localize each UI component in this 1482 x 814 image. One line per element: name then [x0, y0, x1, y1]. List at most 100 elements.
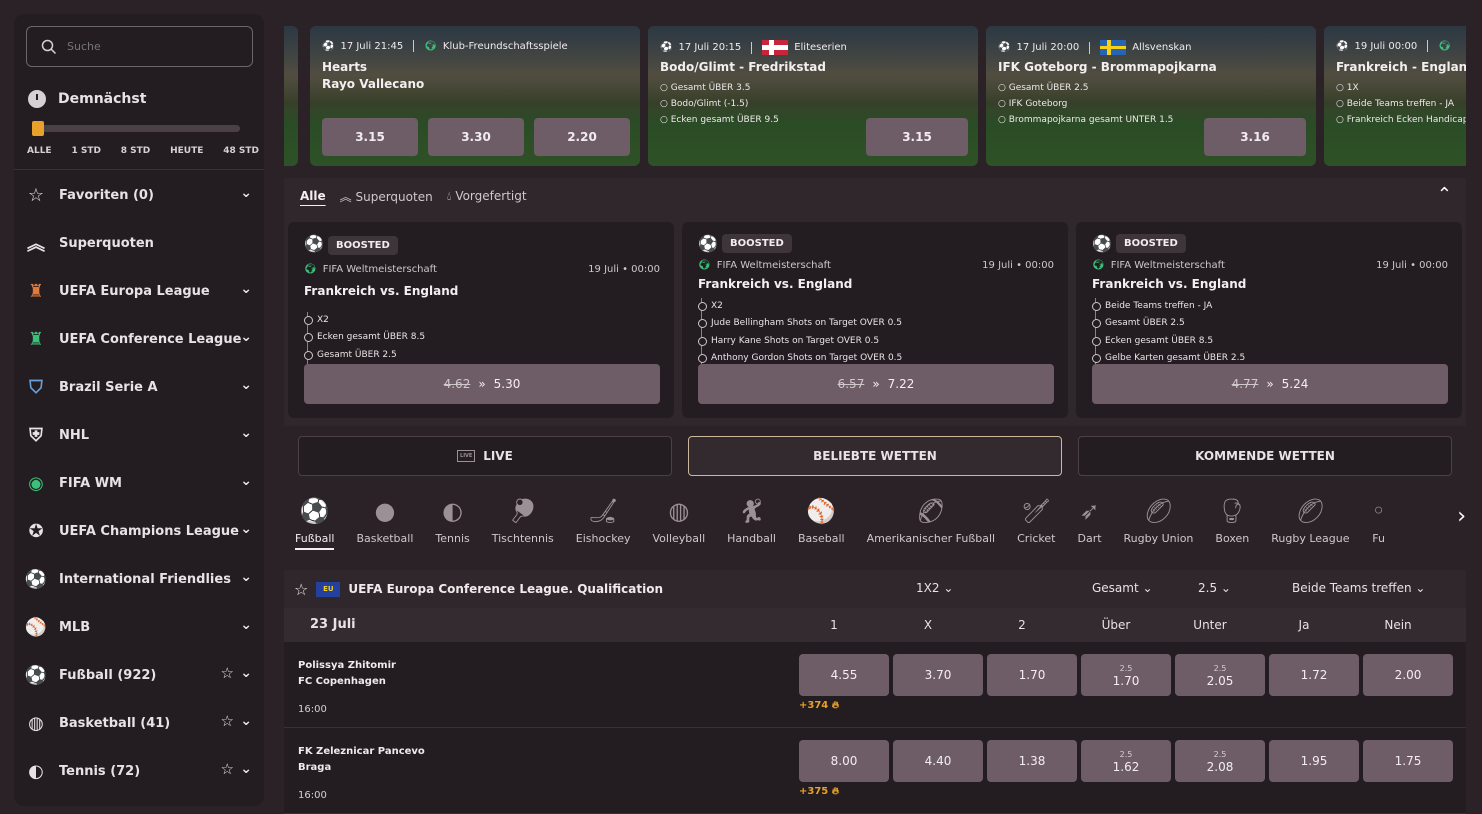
- odds-button[interactable]: 2.5 1.62: [1081, 740, 1171, 782]
- boosted-card[interactable]: ⚽ BOOSTED 🌍︎ FIFA Weltmeisterschaft 19 Ju…: [1076, 222, 1462, 418]
- chevron-down-icon[interactable]: ⌄: [240, 425, 252, 441]
- odds-button[interactable]: 1.75: [1363, 740, 1453, 782]
- sport-ice-hockey[interactable]: 🏒︎ Eishockey: [565, 490, 642, 560]
- favorite-star-icon[interactable]: ☆: [221, 664, 234, 682]
- featured-card[interactable]: ⚽ 17 Juli 20:00 Allsvenskan IFK Goteborg -…: [986, 26, 1316, 166]
- tab-all[interactable]: Alle: [300, 189, 326, 203]
- sidebar-item-europa-league[interactable]: ♜ UEFA Europa League ⌄: [14, 267, 264, 315]
- chevron-down-icon[interactable]: ⌄: [240, 617, 252, 633]
- chevron-down-icon[interactable]: ⌄: [240, 329, 252, 345]
- chevron-right-icon[interactable]: ›: [1457, 504, 1466, 529]
- sport-tennis[interactable]: ◐ Tennis: [424, 490, 480, 560]
- chevron-down-icon[interactable]: ⌄: [240, 761, 252, 777]
- odds-button[interactable]: 3.15: [866, 118, 968, 156]
- odds-button[interactable]: 3.70: [893, 654, 983, 696]
- filter-today[interactable]: HEUTE: [170, 146, 203, 156]
- market-select-line[interactable]: 2.5 ⌄: [1198, 581, 1231, 595]
- sidebar-item-international-friendlies[interactable]: ⚽ International Friendlies ⌄: [14, 555, 264, 603]
- sport-baseball[interactable]: ⚾ Baseball: [787, 490, 856, 560]
- search-box[interactable]: [26, 26, 253, 67]
- odds-button[interactable]: 2.20: [534, 118, 630, 156]
- sport-darts[interactable]: ➶ Dart: [1066, 490, 1112, 560]
- sidebar-item-conference-league[interactable]: ♜ UEFA Conference League ⌄: [14, 315, 264, 363]
- chevron-down-icon[interactable]: ⌄: [240, 665, 252, 681]
- featured-card[interactable]: ⚽ 17 Juli 21:45 🌍︎ Klub-Freundschaftsspiele…: [310, 26, 640, 166]
- market-select-1x2[interactable]: 1X2 ⌄: [916, 581, 953, 595]
- odds-button[interactable]: 1.70: [987, 654, 1077, 696]
- chevron-down-icon[interactable]: ⌄: [240, 377, 252, 393]
- chevron-down-icon[interactable]: ⌄: [240, 185, 252, 201]
- tab-superquoten[interactable]: ︽ Superquoten: [340, 188, 433, 205]
- odds-button[interactable]: 2.5 2.08: [1175, 740, 1265, 782]
- odds-button[interactable]: 2.00: [1363, 654, 1453, 696]
- sport-rugby-league[interactable]: 🏉︎ Rugby League: [1260, 490, 1360, 560]
- odds-button[interactable]: 1.38: [987, 740, 1077, 782]
- odds-button[interactable]: 2.5 2.05: [1175, 654, 1265, 696]
- more-markets[interactable]: +375 🔥︎: [799, 786, 839, 797]
- featured-card-previous[interactable]: [284, 26, 298, 166]
- sport-more[interactable]: ◦ Fu: [1361, 490, 1397, 560]
- sidebar-item-fifa-wm[interactable]: ◉ FIFA WM ⌄: [14, 459, 264, 507]
- market-select-btts[interactable]: Beide Teams treffen ⌄: [1292, 581, 1425, 595]
- filter-48h[interactable]: 48 STD: [223, 146, 259, 156]
- favorite-star-icon[interactable]: ☆: [294, 580, 308, 599]
- search-input[interactable]: [67, 40, 227, 53]
- chevron-down-icon[interactable]: ⌄: [240, 473, 252, 489]
- filter-1h[interactable]: 1 STD: [71, 146, 101, 156]
- sidebar-item-basketball[interactable]: ◍ Basketball (41) ☆ ⌄: [14, 699, 264, 747]
- odds-button[interactable]: 1.95: [1269, 740, 1359, 782]
- filter-8h[interactable]: 8 STD: [121, 146, 151, 156]
- tab-popular[interactable]: BELIEBTE WETTEN: [688, 436, 1062, 476]
- boosted-odds-button[interactable]: 6.57 » 7.22: [698, 364, 1054, 404]
- sport-table-tennis[interactable]: 🏓︎ Tischtennis: [481, 490, 565, 560]
- sidebar-item-nhl[interactable]: ⛨ NHL ⌄: [14, 411, 264, 459]
- sidebar-item-brazil-serie-a[interactable]: ⛉ Brazil Serie A ⌄: [14, 363, 264, 411]
- sport-handball[interactable]: 🤾︎ Handball: [716, 490, 787, 560]
- filter-all[interactable]: ALLE: [27, 146, 52, 156]
- featured-card[interactable]: ⚽ 17 Juli 20:15 Eliteserien Bodo/Glimt - F…: [648, 26, 978, 166]
- match-row[interactable]: Polissya Zhitomir FC Copenhagen 16:00 +37…: [284, 642, 1466, 728]
- time-slider-handle[interactable]: [32, 121, 44, 136]
- sport-cricket[interactable]: 🏏︎ Cricket: [1006, 490, 1066, 560]
- odds-button[interactable]: 4.55: [799, 654, 889, 696]
- chevron-down-icon[interactable]: ⌄: [240, 569, 252, 585]
- sport-rugby-union[interactable]: 🏉︎ Rugby Union: [1113, 490, 1205, 560]
- odds-button[interactable]: 4.40: [893, 740, 983, 782]
- odds-button[interactable]: 1.72: [1269, 654, 1359, 696]
- chevron-down-icon[interactable]: ⌄: [240, 281, 252, 297]
- favorite-star-icon[interactable]: ☆: [221, 760, 234, 778]
- match-row[interactable]: FK Zeleznicar Pancevo Braga 16:00 +375 🔥︎…: [284, 728, 1466, 814]
- odds-button[interactable]: 2.5 1.70: [1081, 654, 1171, 696]
- column-header: Ja: [1298, 618, 1310, 632]
- market-select-total[interactable]: Gesamt ⌄: [1092, 581, 1153, 595]
- chevron-down-icon[interactable]: ⌄: [240, 713, 252, 729]
- tab-prebuilt[interactable]: 💧︎ Vorgefertigt: [447, 189, 527, 204]
- tab-live[interactable]: LIVE LIVE: [298, 436, 672, 476]
- sport-boxing[interactable]: 🥊︎ Boxen: [1204, 490, 1260, 560]
- favorite-star-icon[interactable]: ☆: [221, 712, 234, 730]
- chevron-down-icon[interactable]: ⌄: [240, 521, 252, 537]
- sidebar-item-mlb[interactable]: ⚾ MLB ⌄: [14, 603, 264, 651]
- boosted-odds-button[interactable]: 4.62 » 5.30: [304, 364, 660, 404]
- sidebar-item-tennis[interactable]: ◐ Tennis (72) ☆ ⌄: [14, 747, 264, 795]
- boosted-card[interactable]: ⚽ BOOSTED 🌍︎ FIFA Weltmeisterschaft 19 Ju…: [288, 222, 674, 418]
- boosted-card[interactable]: ⚽ BOOSTED 🌍︎ FIFA Weltmeisterschaft 19 Ju…: [682, 222, 1068, 418]
- more-markets[interactable]: +374 🔥︎: [799, 700, 839, 711]
- odds-button[interactable]: 3.16: [1204, 118, 1306, 156]
- sport-volleyball[interactable]: ◍ Volleyball: [642, 490, 717, 560]
- sport-football[interactable]: ⚽ Fußball: [284, 490, 345, 560]
- sidebar-item-superquoten[interactable]: ︽ Superquoten: [14, 219, 264, 267]
- sidebar-item-champions-league[interactable]: ✪ UEFA Champions League ⌄: [14, 507, 264, 555]
- sport-basketball[interactable]: ● Basketball: [345, 490, 424, 560]
- odds-button[interactable]: 3.30: [428, 118, 524, 156]
- chevron-up-icon[interactable]: ⌃: [1437, 184, 1452, 205]
- featured-card[interactable]: ⚽ 19 Juli 00:00 🌍︎ Frankreich - England 1X…: [1324, 26, 1466, 166]
- time-slider-track[interactable]: [36, 125, 240, 132]
- boosted-odds-button[interactable]: 4.77 » 5.24: [1092, 364, 1448, 404]
- sidebar-item-football[interactable]: ⚽ Fußball (922) ☆ ⌄: [14, 651, 264, 699]
- tab-upcoming[interactable]: KOMMENDE WETTEN: [1078, 436, 1452, 476]
- odds-button[interactable]: 8.00: [799, 740, 889, 782]
- sport-american-football[interactable]: 🏈︎ Amerikanischer Fußball: [856, 490, 1007, 560]
- odds-button[interactable]: 3.15: [322, 118, 418, 156]
- sidebar-item-favorites[interactable]: ☆ Favoriten (0) ⌄: [14, 171, 264, 219]
